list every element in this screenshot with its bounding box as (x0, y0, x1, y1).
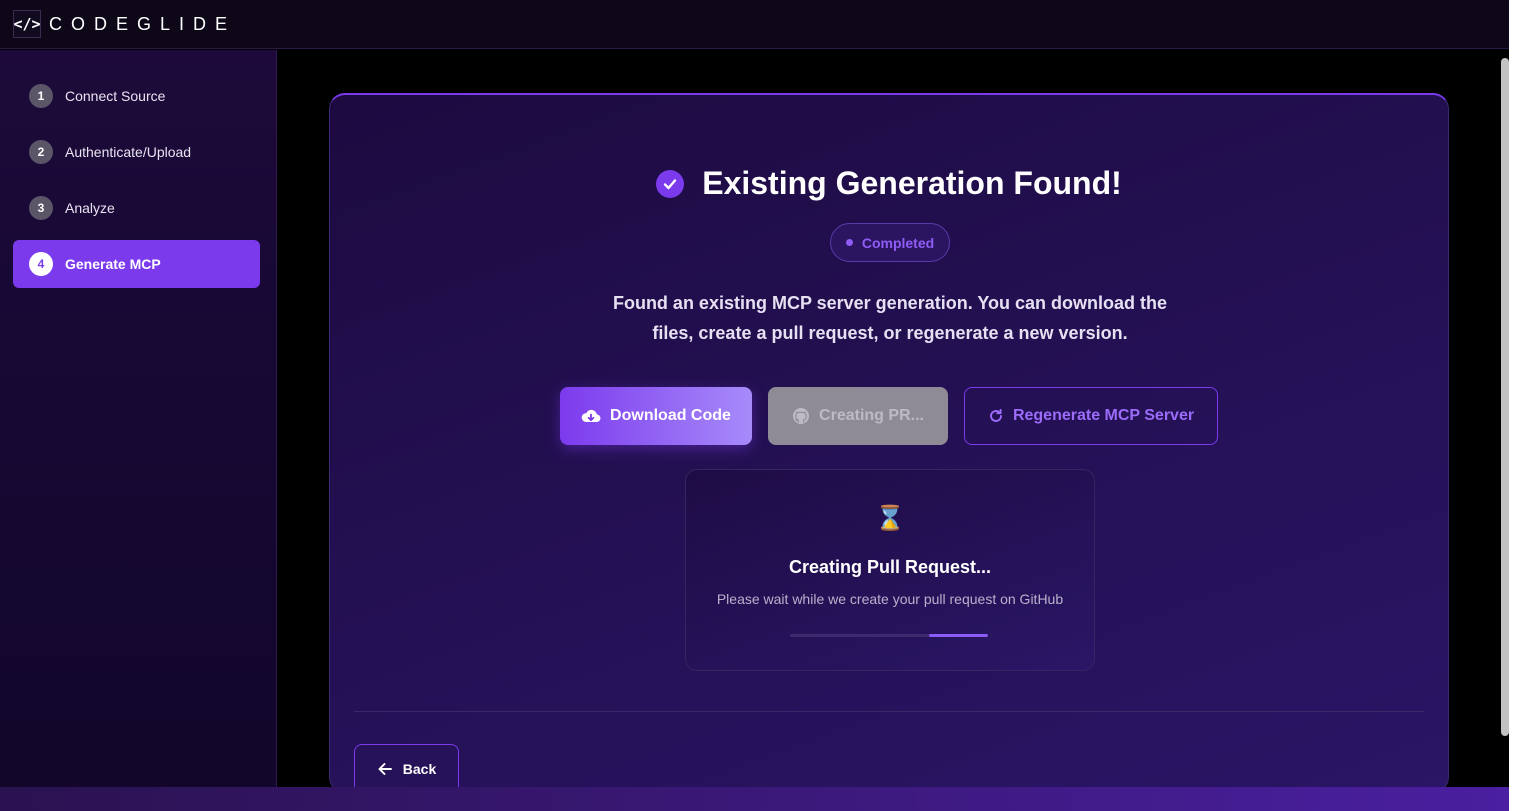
pr-status-title: Creating Pull Request... (788, 557, 992, 577)
status-badge-label: Completed (861, 234, 935, 251)
check-circle-icon (656, 169, 685, 198)
pr-status-panel: ⌛ Creating Pull Request... Please wait w… (685, 469, 1095, 671)
top-bar: </> CODEGLIDE (0, 0, 1509, 49)
download-code-button[interactable]: Download Code (560, 387, 752, 445)
create-pr-label: Creating PR... (819, 407, 924, 424)
logo-text[interactable]: CODEGLIDE (49, 14, 236, 35)
back-label: Back (402, 761, 437, 777)
step-number: 2 (29, 140, 53, 164)
regenerate-label: Regenerate MCP Server (1012, 407, 1195, 424)
step-number: 3 (29, 196, 53, 220)
arrow-left-icon (377, 762, 393, 776)
main-content: Existing Generation Found! Completed Fou… (277, 50, 1509, 793)
scrollbar-thumb[interactable] (1501, 58, 1509, 736)
generation-card: Existing Generation Found! Completed Fou… (329, 93, 1449, 793)
page-title: Existing Generation Found! (702, 165, 1122, 201)
scrollbar-track[interactable] (1509, 0, 1518, 811)
regenerate-mcp-server-button[interactable]: Regenerate MCP Server (964, 387, 1218, 445)
sidebar-step-authenticate-upload[interactable]: 2 Authenticate/Upload (13, 128, 260, 176)
title-row: Existing Generation Found! (330, 165, 1448, 202)
description: Found an existing MCP server generation.… (612, 293, 1168, 343)
hourglass-icon: ⌛ (875, 505, 905, 532)
github-icon (792, 407, 810, 425)
sidebar-step-generate-mcp[interactable]: 4 Generate MCP (13, 240, 260, 288)
step-label: Connect Source (65, 88, 166, 104)
logo-icon: </> (13, 10, 41, 38)
sidebar-step-analyze[interactable]: 3 Analyze (13, 184, 260, 232)
divider (354, 711, 1424, 712)
back-button[interactable]: Back (354, 744, 459, 792)
bottom-bar (0, 787, 1509, 811)
step-label: Generate MCP (65, 256, 161, 272)
download-code-label: Download Code (610, 407, 731, 424)
create-pr-button[interactable]: Creating PR... (768, 387, 948, 445)
step-label: Authenticate/Upload (65, 144, 192, 160)
cloud-download-icon (581, 408, 601, 424)
pr-status-subtitle: Please wait while we create your pull re… (716, 591, 1064, 607)
status-dot (845, 239, 853, 246)
status-badge: Completed (830, 223, 950, 262)
pr-progress-bar (790, 634, 988, 637)
refresh-icon (988, 408, 1004, 424)
step-label: Analyze (65, 200, 115, 216)
sidebar-step-connect-source[interactable]: 1 Connect Source (13, 72, 260, 120)
step-number: 1 (29, 84, 53, 108)
step-number: 4 (29, 252, 53, 276)
pr-progress-fill (928, 634, 988, 637)
sidebar: 1 Connect Source 2 Authenticate/Upload 3… (0, 50, 277, 787)
